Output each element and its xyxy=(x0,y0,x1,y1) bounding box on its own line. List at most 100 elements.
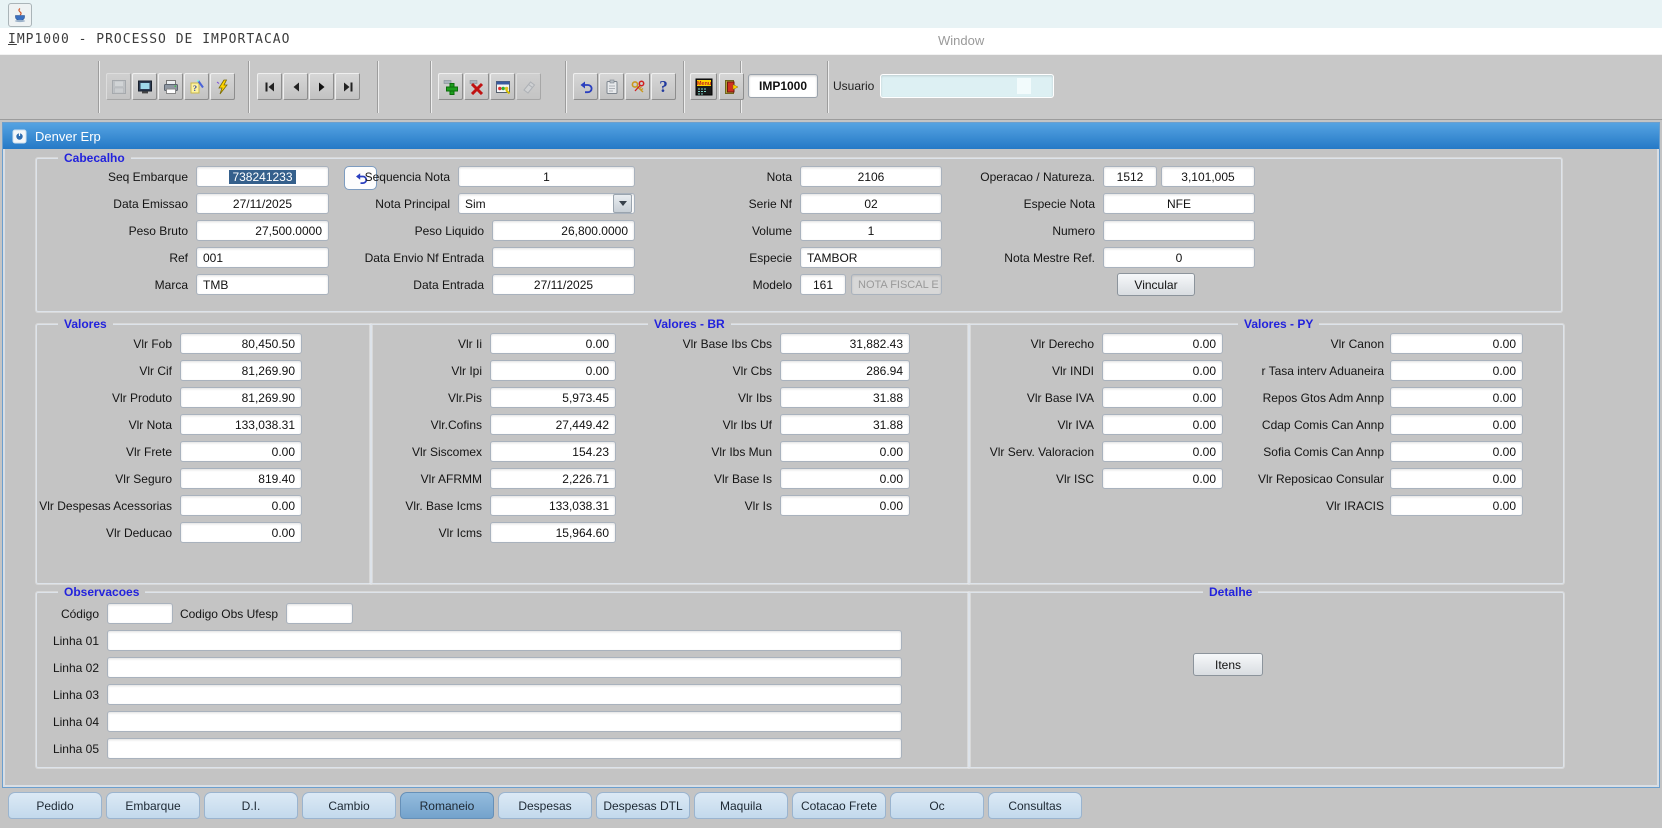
value-input[interactable]: 0.00 xyxy=(1390,360,1523,381)
menu-icon[interactable]: Menu xyxy=(690,73,717,100)
natureza-input[interactable]: 3,101,005 xyxy=(1161,166,1255,187)
value-input[interactable]: 0.00 xyxy=(1102,441,1223,462)
codigo-input[interactable] xyxy=(107,603,173,624)
linha-input[interactable] xyxy=(107,738,902,759)
value-input[interactable]: 0.00 xyxy=(180,495,302,516)
value-input[interactable]: 0.00 xyxy=(1390,414,1523,435)
nota-input[interactable]: 2106 xyxy=(800,166,942,187)
value-input[interactable]: 0.00 xyxy=(780,495,910,516)
especie-nota-input[interactable]: NFE xyxy=(1103,193,1255,214)
nota-principal-select[interactable]: Sim xyxy=(458,193,635,214)
value-input[interactable]: 0.00 xyxy=(1102,468,1223,489)
especie-input[interactable]: TAMBOR xyxy=(800,247,942,268)
value-input[interactable]: 0.00 xyxy=(780,441,910,462)
window-menu[interactable]: Window xyxy=(938,33,984,48)
value-input[interactable]: 0.00 xyxy=(1390,468,1523,489)
operacao-input[interactable]: 1512 xyxy=(1103,166,1157,187)
linha-input[interactable] xyxy=(107,711,902,732)
chevron-down-icon[interactable] xyxy=(613,194,632,213)
tab[interactable]: Cotacao Frete xyxy=(792,792,886,819)
itens-button[interactable]: Itens xyxy=(1193,653,1263,676)
value-input[interactable]: 819.40 xyxy=(180,468,302,489)
value-input[interactable]: 81,269.90 xyxy=(180,387,302,408)
value-input[interactable]: 2,226.71 xyxy=(490,468,616,489)
numero-input[interactable] xyxy=(1103,220,1255,241)
nav-first-icon[interactable] xyxy=(257,73,282,100)
value-input[interactable]: 31,882.43 xyxy=(780,333,910,354)
save-icon[interactable] xyxy=(106,73,131,100)
value-input[interactable]: 0.00 xyxy=(780,468,910,489)
clipboard-icon[interactable] xyxy=(599,73,624,100)
eraser-icon[interactable] xyxy=(516,73,541,100)
value-input[interactable]: 154.23 xyxy=(490,441,616,462)
value-input[interactable]: 27,449.42 xyxy=(490,414,616,435)
value-input[interactable]: 5,973.45 xyxy=(490,387,616,408)
value-input[interactable]: 286.94 xyxy=(780,360,910,381)
data-emissao-input[interactable]: 27/11/2025 xyxy=(196,193,329,214)
add-record-icon[interactable] xyxy=(438,73,463,100)
value-input[interactable]: 0.00 xyxy=(1102,333,1223,354)
value-input[interactable]: 0.00 xyxy=(490,333,616,354)
undo-icon[interactable] xyxy=(573,73,598,100)
value-input[interactable]: 0.00 xyxy=(180,522,302,543)
tab[interactable]: Embarque xyxy=(106,792,200,819)
value-input[interactable]: 0.00 xyxy=(1390,333,1523,354)
window-titlebar[interactable]: Denver Erp xyxy=(3,123,1659,149)
marca-input[interactable]: TMB xyxy=(196,274,329,295)
value-input[interactable]: 133,038.31 xyxy=(180,414,302,435)
vincular-button[interactable]: Vincular xyxy=(1117,273,1195,296)
volume-input[interactable]: 1 xyxy=(800,220,942,241)
peso-bruto-input[interactable]: 27,500.0000 xyxy=(196,220,329,241)
sequencia-nota-input[interactable]: 1 xyxy=(458,166,635,187)
seq-embarque-input[interactable]: 738241233 xyxy=(196,166,329,187)
tab[interactable]: Despesas DTL xyxy=(596,792,690,819)
nav-prev-icon[interactable] xyxy=(283,73,308,100)
value-input[interactable]: 31.88 xyxy=(780,387,910,408)
nav-last-icon[interactable] xyxy=(335,73,360,100)
help-wand-icon[interactable]: ? xyxy=(184,73,209,100)
linha-input[interactable] xyxy=(107,684,902,705)
exit-icon[interactable] xyxy=(719,73,744,100)
tab[interactable]: Maquila xyxy=(694,792,788,819)
question-icon[interactable]: ? xyxy=(651,73,676,100)
tab[interactable]: Despesas xyxy=(498,792,592,819)
value-input[interactable]: 133,038.31 xyxy=(490,495,616,516)
value-input[interactable]: 0.00 xyxy=(490,360,616,381)
tab[interactable]: Cambio xyxy=(302,792,396,819)
linha-input[interactable] xyxy=(107,657,902,678)
value-input[interactable]: 0.00 xyxy=(1102,387,1223,408)
print-icon[interactable] xyxy=(158,73,183,100)
data-entrada-input[interactable]: 27/11/2025 xyxy=(492,274,635,295)
value-input[interactable]: 80,450.50 xyxy=(180,333,302,354)
tab[interactable]: Pedido xyxy=(8,792,102,819)
data-envio-input[interactable] xyxy=(492,247,635,268)
tab[interactable]: Oc xyxy=(890,792,984,819)
value-input[interactable]: 0.00 xyxy=(1390,495,1523,516)
linha-input[interactable] xyxy=(107,630,902,651)
query-icon[interactable] xyxy=(490,73,515,100)
usuario-input[interactable] xyxy=(880,74,1054,98)
value-input[interactable]: 31.88 xyxy=(780,414,910,435)
value-input[interactable]: 0.00 xyxy=(1102,414,1223,435)
codigo-obs-ufesp-input[interactable] xyxy=(286,603,353,624)
ref-input[interactable]: 001 xyxy=(196,247,329,268)
keys-icon[interactable] xyxy=(625,73,650,100)
value-input[interactable]: 0.00 xyxy=(180,441,302,462)
value-input[interactable]: 15,964.60 xyxy=(490,522,616,543)
nota-mestre-input[interactable]: 0 xyxy=(1103,247,1255,268)
value-input[interactable]: 0.00 xyxy=(1390,441,1523,462)
modelo-input[interactable]: 161 xyxy=(800,274,846,295)
value-input[interactable]: 81,269.90 xyxy=(180,360,302,381)
tab[interactable]: Consultas xyxy=(988,792,1082,819)
value-input[interactable]: 0.00 xyxy=(1102,360,1223,381)
module-code-field[interactable]: IMP1000 xyxy=(748,74,818,98)
lightning-icon[interactable] xyxy=(210,73,235,100)
display-icon[interactable] xyxy=(132,73,157,100)
serie-nf-input[interactable]: 02 xyxy=(800,193,942,214)
tab[interactable]: D.I. xyxy=(204,792,298,819)
peso-liquido-input[interactable]: 26,800.0000 xyxy=(492,220,635,241)
nav-next-icon[interactable] xyxy=(309,73,334,100)
tab[interactable]: Romaneio xyxy=(400,792,494,819)
value-input[interactable]: 0.00 xyxy=(1390,387,1523,408)
java-coffee-icon[interactable] xyxy=(8,3,32,27)
